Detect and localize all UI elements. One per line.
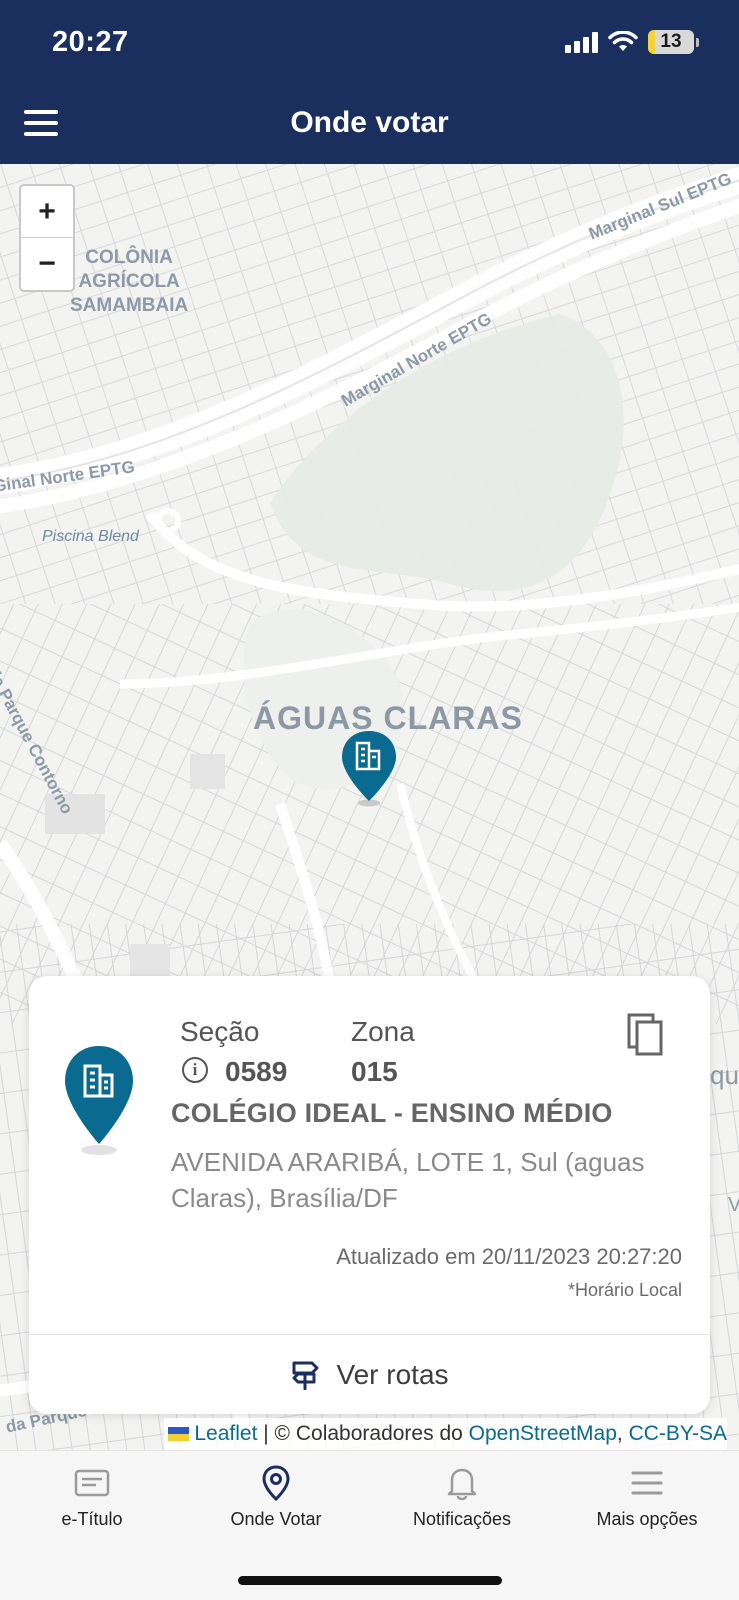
home-indicator[interactable]	[238, 1576, 502, 1585]
nav-mais-opcoes[interactable]: Mais opções	[555, 1463, 739, 1530]
location-pin-icon	[256, 1463, 296, 1503]
battery-icon: 13	[648, 30, 694, 54]
map-attribution: Leaflet | © Colaboradores do OpenStreetM…	[164, 1418, 727, 1450]
battery-level: 13	[660, 31, 682, 52]
cellular-signal-icon	[565, 31, 598, 53]
status-icons: 13	[565, 30, 699, 54]
status-time: 20:27	[52, 26, 129, 58]
ukraine-flag-icon	[168, 1427, 190, 1441]
menu-lines-icon	[627, 1463, 667, 1503]
map-label-colonia: COLÔNIA AGRÍCOLA SAMAMBAIA	[70, 247, 189, 316]
app-root: 20:27 13 Onde votar COLÔNIA AGRÍCOLA SAM…	[0, 0, 739, 1600]
building-pin-icon	[65, 1046, 133, 1155]
osm-link[interactable]: OpenStreetMap	[469, 1422, 617, 1446]
wifi-icon	[608, 31, 638, 51]
view-routes-button[interactable]: Ver rotas	[29, 1335, 710, 1414]
secao-value: 0589	[225, 1056, 288, 1087]
secao-label: Seção	[180, 1016, 260, 1047]
zoom-out-button[interactable]: −	[21, 238, 73, 290]
school-address: AVENIDA ARARIBÁ, LOTE 1, Sul (aguas Clar…	[171, 1147, 645, 1213]
app-header: 20:27 13 Onde votar	[0, 0, 739, 164]
page-title: Onde votar	[290, 106, 449, 139]
attribution-separator: | © Colaboradores do	[257, 1422, 469, 1445]
zona-value: 015	[351, 1056, 398, 1087]
attribution-comma: ,	[616, 1422, 629, 1445]
zoom-control: + −	[19, 184, 75, 292]
battery-tip	[696, 37, 699, 47]
license-link[interactable]: CC-BY-SA	[629, 1422, 727, 1446]
nav-mais-opcoes-label: Mais opções	[596, 1509, 698, 1529]
school-name: COLÉGIO IDEAL - ENSINO MÉDIO	[171, 1098, 613, 1128]
nav-notificacoes[interactable]: Notificações	[370, 1463, 554, 1530]
nav-e-titulo[interactable]: e-Título	[0, 1463, 184, 1530]
nav-onde-votar[interactable]: Onde Votar	[184, 1463, 368, 1530]
map-label-right-v: V	[728, 1194, 739, 1216]
leaflet-link[interactable]: Leaflet	[194, 1422, 257, 1446]
info-icon[interactable]: i	[182, 1057, 208, 1083]
signpost-icon	[292, 1361, 319, 1390]
nav-notificacoes-label: Notificações	[412, 1509, 512, 1529]
bell-icon	[442, 1463, 482, 1503]
polling-place-card: Seção i 0589 Zona 015 COLÉGIO IDEAL - EN…	[29, 976, 710, 1414]
zona-label: Zona	[351, 1016, 415, 1047]
id-card-icon	[72, 1463, 112, 1503]
local-time-note: *Horário Local	[567, 1280, 682, 1300]
map-view[interactable]: COLÔNIA AGRÍCOLA SAMAMBAIA Marginal Sul …	[0, 164, 739, 1450]
updated-timestamp: Atualizado em 20/11/2023 20:27:20	[336, 1244, 682, 1269]
map-label-piscina: Piscina Blend	[42, 528, 139, 545]
copy-icon[interactable]	[626, 1012, 666, 1056]
view-routes-label: Ver rotas	[336, 1358, 449, 1390]
nav-onde-votar-label: Onde Votar	[230, 1509, 322, 1529]
building-pin-icon[interactable]	[339, 729, 399, 807]
zoom-in-button[interactable]: +	[21, 186, 73, 238]
nav-e-titulo-label: e-Título	[61, 1509, 123, 1529]
map-label-right-qu: qu	[710, 1060, 739, 1090]
